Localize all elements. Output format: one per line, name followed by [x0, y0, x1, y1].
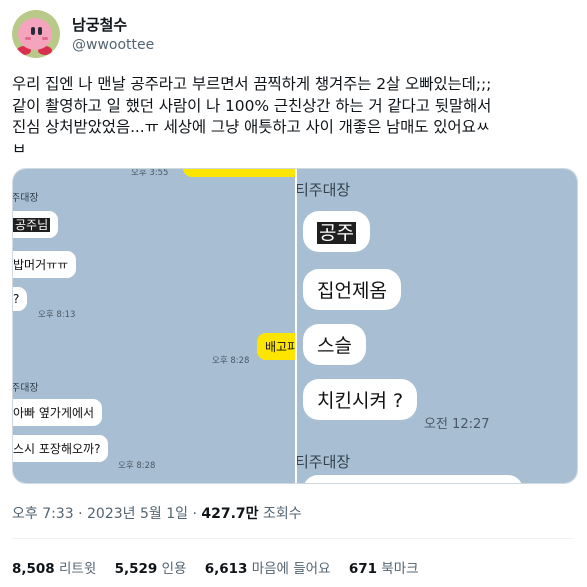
- avatar-eye-left: [31, 27, 35, 35]
- chat-message-text: 공주님: [13, 218, 51, 232]
- chat-bubble: 치킨시켜 ?: [303, 379, 418, 420]
- retweets-count: 8,508: [12, 561, 55, 577]
- user-handle[interactable]: @wwoottee: [72, 37, 154, 53]
- tweet-stats: 8,508 리트윗 5,529 인용 6,613 마음에 들어요 671 북마크: [12, 557, 433, 577]
- tweet-text: 우리 집엔 나 맨날 공주라고 부르면서 끔찍하게 챙겨주는 2살 오빠있는데;…: [12, 75, 492, 158]
- chat-message-text: 공주: [317, 222, 356, 244]
- chat-bubble: 스슬: [303, 324, 366, 365]
- chat-sender-name: 티주대장: [297, 453, 351, 471]
- quotes-count: 5,529: [114, 561, 158, 577]
- chat-timestamp: 오전 12:27: [424, 417, 490, 432]
- meta-separator: ·: [192, 506, 197, 522]
- likes-label: 마음에 들어요: [251, 561, 331, 577]
- chat-sender-name: 주대장: [13, 383, 39, 394]
- tweet-date[interactable]: 2023년 5월 1일: [87, 506, 188, 522]
- chat-bubble: 공주: [303, 211, 370, 252]
- bookmarks-label: 북마크: [381, 561, 419, 577]
- tweet-meta: 오후 7:33 · 2023년 5월 1일 · 427.7만 조회수: [12, 503, 302, 523]
- chat-timestamp: 오후 8:28: [212, 356, 250, 366]
- chat-bubble-mine: 배고파: [257, 333, 295, 360]
- quotes-stat[interactable]: 5,529 인용: [115, 561, 187, 577]
- chat-bubble: 스시 포장해오까?: [13, 435, 109, 462]
- chat-timestamp: 오후 3:55: [131, 169, 169, 178]
- avatar[interactable]: [12, 10, 60, 58]
- meta-separator: ·: [78, 506, 83, 522]
- bookmarks-stat[interactable]: 671 북마크: [349, 561, 419, 577]
- display-name[interactable]: 남궁철수: [72, 14, 127, 35]
- likes-count: 6,613: [204, 561, 248, 577]
- chat-bubble: 밥머거ㅠㅠ: [13, 251, 77, 278]
- views-count: 427.7만: [201, 506, 259, 522]
- views-label: 조회수: [262, 506, 302, 522]
- chat-bubble-partial: [303, 475, 523, 483]
- retweets-label: 리트윗: [59, 561, 97, 577]
- avatar-eye-right: [38, 27, 42, 35]
- tweet-media[interactable]: 오후 3:55 주대장 공주님 밥머거ㅠㅠ ? 오후 8:13 배고파 오후 8…: [12, 168, 578, 484]
- likes-stat[interactable]: 6,613 마음에 들어요: [205, 561, 331, 577]
- avatar-character: [18, 18, 52, 50]
- chat-bubble: 아빠 옆가게에서: [13, 399, 103, 426]
- tweet-time[interactable]: 오후 7:33: [12, 506, 74, 522]
- avatar-cheek-left: [25, 37, 31, 40]
- chat-timestamp: 오후 8:13: [38, 310, 76, 320]
- divider: [12, 538, 574, 539]
- tweet-header: 남궁철수 @wwoottee: [12, 10, 572, 62]
- chat-sender-name: 티주대장: [297, 181, 351, 199]
- chat-bubble: ?: [13, 287, 28, 311]
- chat-screenshot-right[interactable]: 티주대장 공주 집언제옴 스슬 치킨시켜 ? 오전 12:27 티주대장: [297, 169, 577, 483]
- chat-bubble: 공주님: [13, 211, 59, 238]
- chat-bubble-mine-top: [183, 169, 295, 177]
- chat-screenshot-left[interactable]: 오후 3:55 주대장 공주님 밥머거ㅠㅠ ? 오후 8:13 배고파 오후 8…: [13, 169, 295, 483]
- avatar-cheek-right: [42, 37, 48, 40]
- retweets-stat[interactable]: 8,508 리트윗: [12, 561, 96, 577]
- chat-sender-name: 주대장: [13, 193, 39, 204]
- chat-timestamp: 오후 8:28: [118, 461, 156, 471]
- chat-bubble: 집언제옴: [303, 269, 401, 310]
- bookmarks-count: 671: [348, 561, 377, 577]
- quotes-label: 인용: [161, 561, 187, 577]
